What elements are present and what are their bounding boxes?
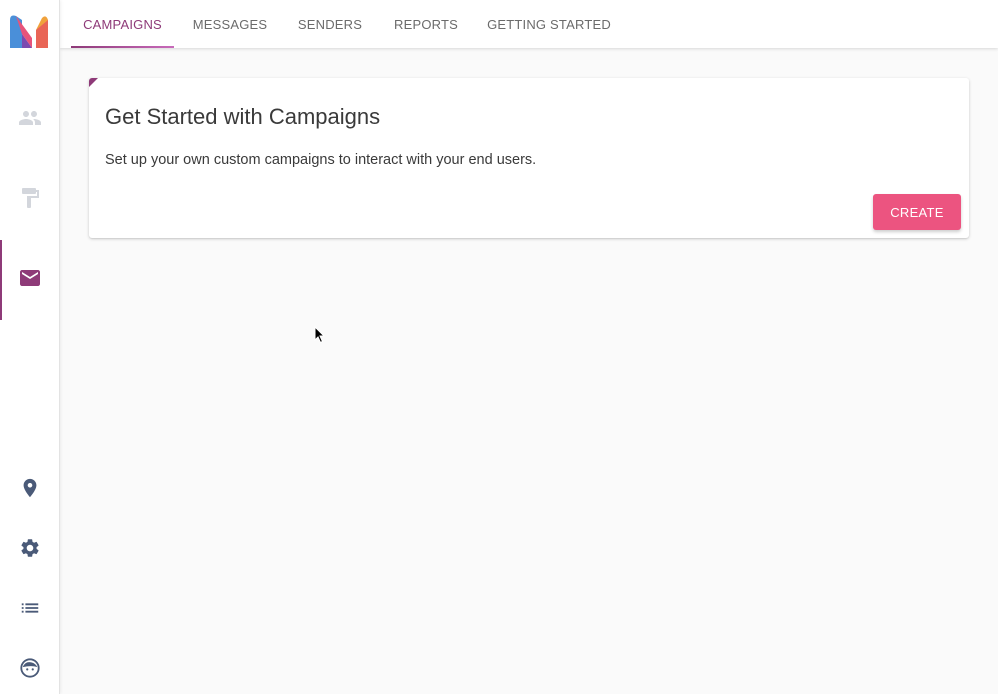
mouse-cursor-icon [314, 325, 326, 344]
sidebar-item-design[interactable] [0, 160, 59, 240]
face-icon [19, 657, 41, 684]
tab-getting-started[interactable]: GETTING STARTED [484, 0, 614, 48]
tab-label: MESSAGES [192, 16, 268, 32]
sidebar-item-campaigns[interactable] [0, 240, 59, 320]
sidebar-item-settings[interactable] [0, 530, 59, 570]
sidebar-item-users[interactable] [0, 80, 59, 160]
tab-senders[interactable]: SENDERS [288, 0, 372, 48]
card-corner-accent [89, 78, 98, 87]
sidebar-item-locations[interactable] [0, 470, 59, 510]
paint-roller-icon [18, 186, 42, 215]
tab-label: SENDERS [297, 16, 363, 32]
tab-label: CAMPAIGNS [83, 16, 162, 32]
tab-label: GETTING STARTED [487, 16, 611, 32]
tab-messages[interactable]: MESSAGES [184, 0, 276, 48]
sidebar-item-account[interactable] [0, 650, 59, 690]
gear-icon [19, 537, 41, 564]
card-title: Get Started with Campaigns [105, 104, 381, 129]
tab-reports[interactable]: REPORTS [384, 0, 468, 48]
card-description: Set up your own custom campaigns to inte… [105, 152, 537, 168]
list-icon [19, 597, 41, 624]
tab-label: REPORTS [393, 16, 458, 32]
create-button[interactable]: CREATE [873, 194, 961, 230]
people-icon [18, 106, 42, 135]
sidebar-item-list[interactable] [0, 590, 59, 630]
app-logo[interactable] [8, 12, 50, 52]
sidebar [0, 0, 60, 694]
mail-icon [18, 266, 42, 295]
tab-campaigns[interactable]: CAMPAIGNS [71, 0, 174, 48]
get-started-card: Get Started with Campaigns Set up your o… [89, 78, 969, 238]
location-pin-icon [19, 477, 41, 504]
top-nav: CAMPAIGNS MESSAGES SENDERS REPORTS GETTI… [60, 0, 998, 48]
